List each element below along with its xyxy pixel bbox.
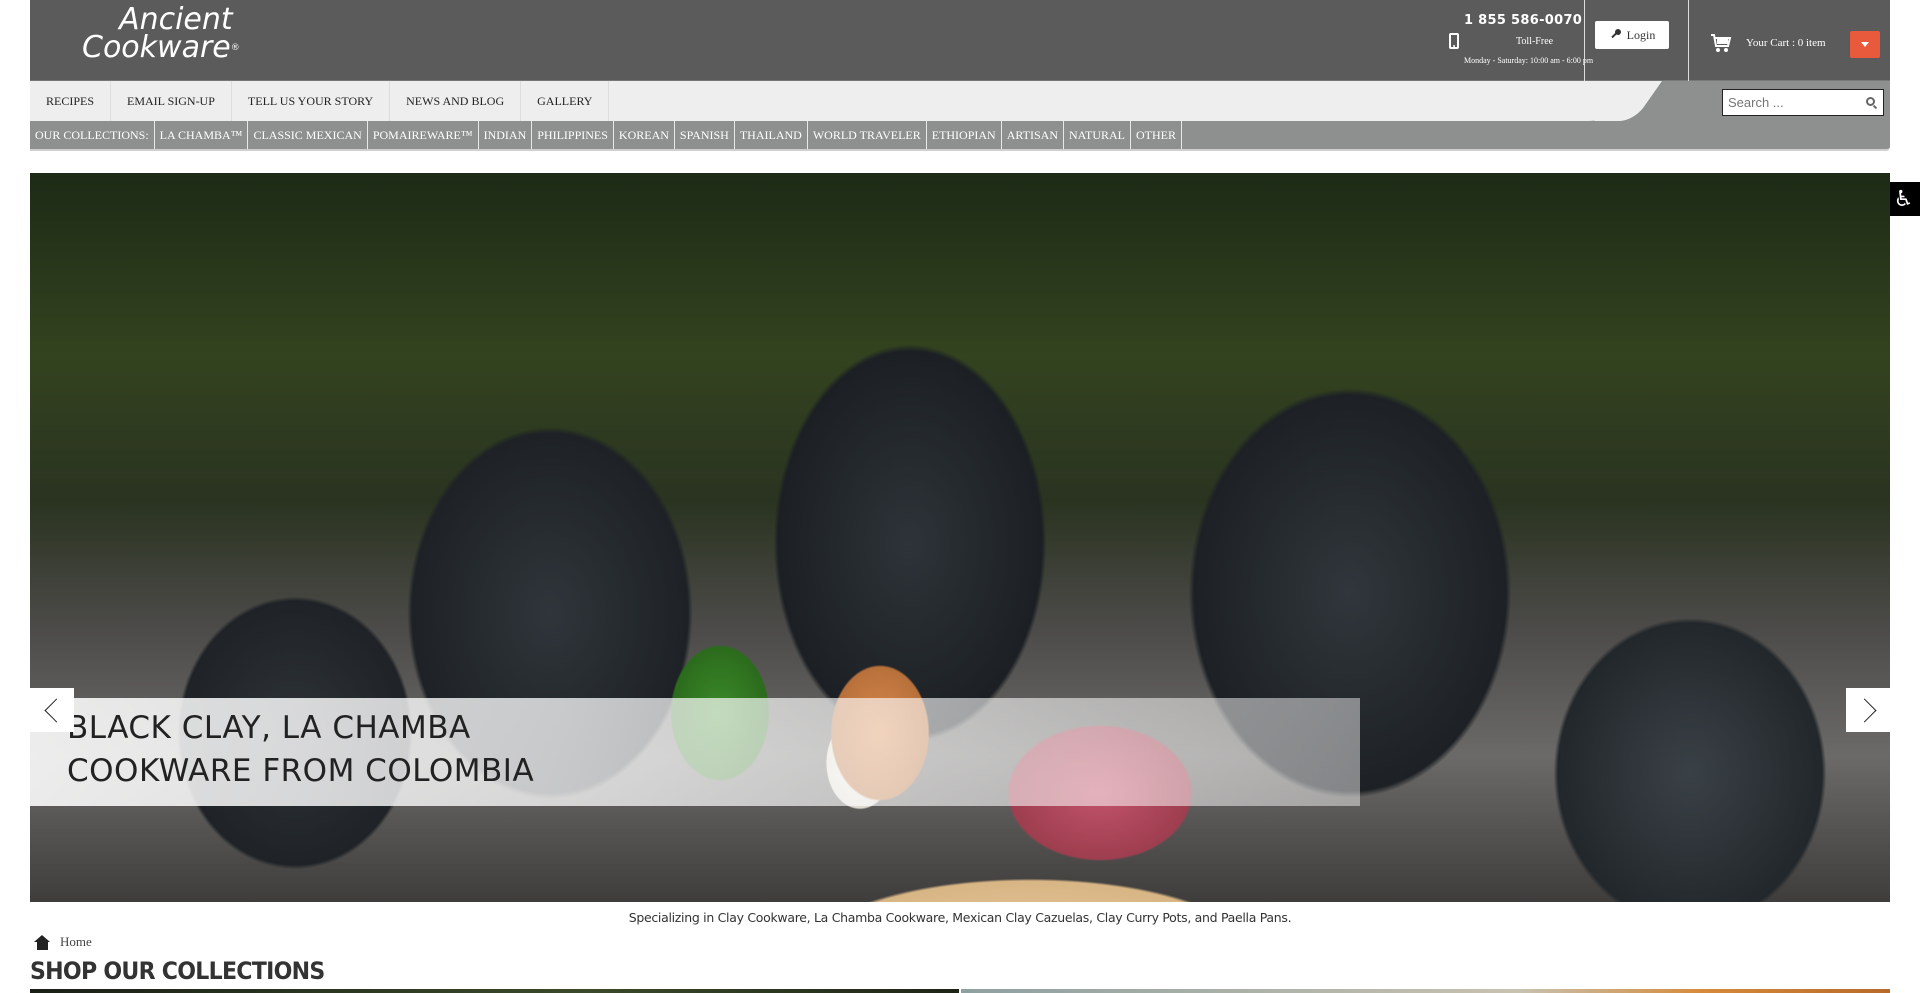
slider-prev-arrow-icon[interactable]: [30, 688, 74, 732]
business-hours: Monday - Saturday: 10:00 am - 6:00 pm: [1464, 56, 1594, 65]
collection-thailand[interactable]: THAILAND: [735, 121, 808, 149]
site-header: Ancient Cookware® 1 855 586-0070 Toll-Fr…: [30, 0, 1890, 81]
home-icon[interactable]: [34, 934, 51, 950]
collection-classic-mexican[interactable]: CLASSIC MEXICAN: [248, 121, 368, 149]
search-icon[interactable]: [1866, 97, 1875, 106]
hero-caption-line-1: BLACK CLAY, LA CHAMBA: [67, 710, 471, 746]
collections-navigation: OUR COLLECTIONS: LA CHAMBA™ CLASSIC MEXI…: [30, 121, 1890, 151]
search-box: [1722, 89, 1884, 116]
key-icon: [1609, 29, 1621, 41]
search-input[interactable]: [1723, 91, 1853, 114]
cart-dropdown-button[interactable]: [1850, 31, 1880, 58]
shopping-cart-icon[interactable]: [1710, 33, 1732, 53]
collection-korean[interactable]: KOREAN: [614, 121, 675, 149]
header-divider: [1584, 0, 1585, 81]
breadcrumb: Home: [34, 934, 92, 950]
collection-image-2[interactable]: [961, 989, 1890, 993]
collection-world-traveler[interactable]: WORLD TRAVELER: [808, 121, 927, 149]
mobile-phone-icon: [1449, 33, 1459, 49]
header-divider: [1688, 0, 1689, 81]
collections-label: OUR COLLECTIONS:: [30, 121, 155, 149]
collection-other[interactable]: OTHER: [1131, 121, 1183, 149]
accessibility-icon[interactable]: ♿: [1887, 182, 1920, 216]
login-button[interactable]: Login: [1595, 21, 1669, 49]
toll-free-label: Toll-Free: [1516, 36, 1554, 47]
cart-summary[interactable]: Your Cart : 0 item: [1746, 37, 1826, 49]
nav-item-news-and-blog[interactable]: NEWS AND BLOG: [390, 81, 522, 121]
hero-caption-line-2: COOKWARE FROM COLOMBIA: [67, 753, 535, 789]
site-tagline: Specializing in Clay Cookware, La Chamba…: [628, 910, 1292, 925]
registered-mark: ®: [230, 43, 240, 53]
collection-indian[interactable]: INDIAN: [479, 121, 533, 149]
nav-item-gallery[interactable]: GALLERY: [521, 81, 610, 121]
collection-artisan[interactable]: ARTISAN: [1002, 121, 1065, 149]
logo-line-2: Cookware®: [82, 33, 240, 63]
collection-philippines[interactable]: PHILIPPINES: [532, 121, 614, 149]
nav-item-recipes[interactable]: RECIPES: [30, 81, 112, 121]
section-title: SHOP OUR COLLECTIONS: [30, 957, 325, 985]
nav-item-email-signup[interactable]: EMAIL SIGN-UP: [111, 81, 232, 121]
phone-number[interactable]: 1 855 586-0070: [1464, 13, 1582, 28]
collection-image-1[interactable]: [30, 989, 959, 993]
collection-pomaireware[interactable]: POMAIREWARE™: [368, 121, 479, 149]
collection-spanish[interactable]: SPANISH: [675, 121, 735, 149]
login-label: Login: [1626, 27, 1656, 42]
breadcrumb-home[interactable]: Home: [60, 934, 92, 950]
nav-item-tell-us-your-story[interactable]: TELL US YOUR STORY: [232, 81, 391, 121]
hero-caption: BLACK CLAY, LA CHAMBA COOKWARE FROM COLO…: [30, 698, 1360, 806]
hero-slider[interactable]: BLACK CLAY, LA CHAMBA COOKWARE FROM COLO…: [30, 173, 1890, 902]
collection-ethiopian[interactable]: ETHIOPIAN: [927, 121, 1002, 149]
site-logo[interactable]: Ancient Cookware®: [82, 5, 240, 63]
logo-line-2-text: Cookware: [82, 30, 231, 65]
main-navigation: RECIPES EMAIL SIGN-UP TELL US YOUR STORY…: [30, 81, 1890, 121]
collection-la-chamba[interactable]: LA CHAMBA™: [155, 121, 249, 149]
slider-next-arrow-icon[interactable]: [1846, 688, 1890, 732]
collection-natural[interactable]: NATURAL: [1064, 121, 1132, 149]
